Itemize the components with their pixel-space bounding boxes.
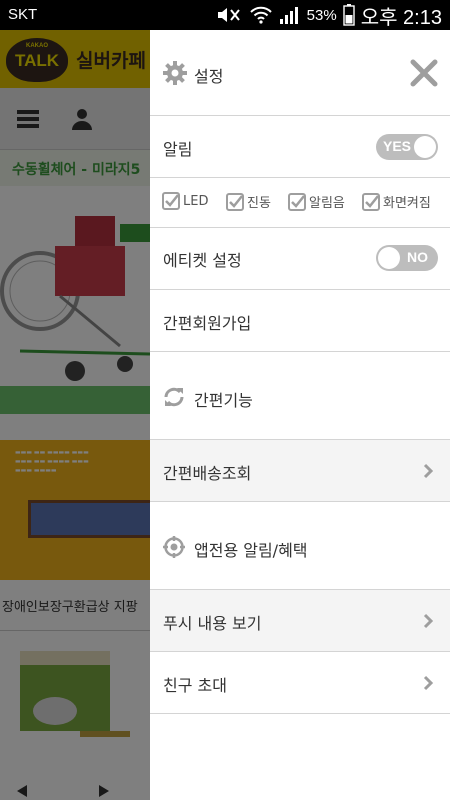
checkbox-checked-icon xyxy=(162,192,180,210)
invite-row[interactable]: 친구 초대 xyxy=(150,652,450,714)
app-notices-label: 앱전용 알림/혜택 xyxy=(194,541,308,560)
signal-icon xyxy=(279,5,301,25)
checkbox-checked-icon xyxy=(226,192,244,211)
battery-icon xyxy=(343,4,355,26)
push-view-label: 푸시 내용 보기 xyxy=(163,614,262,633)
drawer-scrim[interactable] xyxy=(0,30,150,800)
chevron-right-icon xyxy=(423,613,434,629)
checkbox-checked-icon xyxy=(288,192,306,211)
notification-row: 알림 YES xyxy=(150,116,450,178)
chevron-right-icon xyxy=(423,463,434,479)
notification-options-row: LED 진동 알림음 화면켜짐 xyxy=(150,178,450,228)
etiquette-toggle[interactable]: NO xyxy=(376,245,438,271)
battery-percent: 53% xyxy=(306,6,337,24)
mute-icon xyxy=(215,5,243,25)
delivery-lookup-label: 간편배송조회 xyxy=(163,464,252,483)
wifi-icon xyxy=(249,5,273,25)
settings-title: 설정 xyxy=(194,67,224,86)
simple-features-label: 간편기능 xyxy=(194,391,253,410)
sound-checkbox[interactable]: 알림음 xyxy=(288,192,345,211)
gear-icon xyxy=(163,61,187,85)
invite-label: 친구 초대 xyxy=(163,676,227,695)
status-bar: SKT 53% 오후 2:13 xyxy=(0,0,450,30)
chevron-right-icon xyxy=(423,675,434,691)
sound-label: 알림음 xyxy=(309,196,345,211)
etiquette-row: 에티켓 설정 NO xyxy=(150,228,450,290)
simple-signup-label: 간편회원가입 xyxy=(163,314,252,333)
carrier-label: SKT xyxy=(8,6,38,23)
crosshair-icon xyxy=(163,536,185,558)
settings-header: 설정 xyxy=(150,30,450,116)
simple-signup-row[interactable]: 간편회원가입 xyxy=(150,290,450,352)
clock: 오후 2:13 xyxy=(360,6,442,29)
refresh-icon xyxy=(164,387,184,407)
notification-label: 알림 xyxy=(163,140,193,159)
etiquette-label: 에티켓 설정 xyxy=(163,251,242,270)
simple-features-row: 간편기능 xyxy=(150,352,450,440)
app-notices-row: 앱전용 알림/혜택 xyxy=(150,502,450,590)
notification-toggle[interactable]: YES xyxy=(376,134,438,160)
vibration-label: 진동 xyxy=(247,196,271,211)
led-label: LED xyxy=(183,193,209,209)
settings-drawer: 설정 알림 YES LED 진동 알림음 화면켜짐 에티켓 설정 NO 간편회원… xyxy=(150,30,450,800)
screen-on-label: 화면켜짐 xyxy=(383,196,431,211)
vibration-checkbox[interactable]: 진동 xyxy=(226,192,271,211)
push-view-row[interactable]: 푸시 내용 보기 xyxy=(150,590,450,652)
delivery-lookup-row[interactable]: 간편배송조회 xyxy=(150,440,450,502)
led-checkbox[interactable]: LED xyxy=(162,192,208,210)
close-icon[interactable] xyxy=(409,58,439,88)
screen-on-checkbox[interactable]: 화면켜짐 xyxy=(362,192,431,211)
checkbox-checked-icon xyxy=(362,192,380,211)
